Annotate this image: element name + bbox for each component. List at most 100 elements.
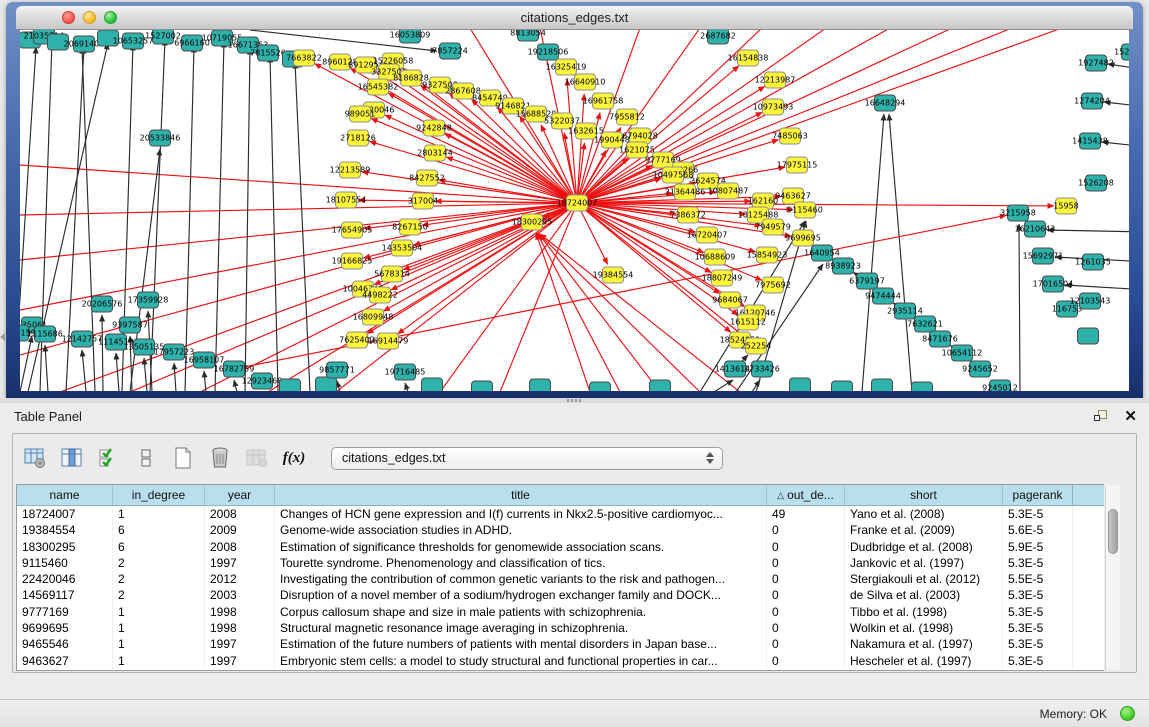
node-label: 1274204 [1074, 97, 1110, 106]
cell-out_degree: 0 [767, 522, 845, 538]
function-builder-icon[interactable]: f(x) [280, 444, 308, 472]
table-settings-icon[interactable] [21, 444, 49, 472]
create-column-icon[interactable] [169, 444, 197, 472]
cell-name: 14569117 [17, 587, 113, 603]
network-node[interactable]: 317004 [408, 193, 439, 209]
cell-short: Jankovic et al. (1997) [845, 555, 1003, 571]
node-label: 252254 [741, 342, 772, 351]
network-canvas[interactable]: 2103571420691406106532571527002696616010… [20, 30, 1129, 391]
table-row[interactable]: 1938455462009Genome-wide association stu… [17, 522, 1104, 538]
network-node[interactable] [316, 377, 337, 391]
node-label: 12213589 [330, 166, 371, 175]
cell-name: 19384554 [17, 522, 113, 538]
network-node[interactable] [912, 382, 933, 391]
node-label: 15958 [1053, 202, 1078, 211]
vertical-scrollbar[interactable] [1105, 485, 1120, 670]
close-panel-icon[interactable]: ✕ [1124, 407, 1137, 425]
cell-name: 9777169 [17, 604, 113, 620]
network-node[interactable]: 989051 [345, 106, 376, 122]
table-row[interactable]: 946362711997Embryonic stem cells: a mode… [17, 653, 1104, 669]
table-row[interactable]: 2242004622012Investigating the contribut… [17, 571, 1104, 587]
cell-name: 9463627 [17, 653, 113, 669]
node-label: 20533846 [140, 134, 181, 143]
cell-pagerank: 5.3E-5 [1003, 506, 1073, 522]
table-row[interactable]: 1872400712008Changes of HCN gene express… [17, 506, 1104, 522]
table-row[interactable]: 911546021997Tourette syndrome. Phenomeno… [17, 555, 1104, 571]
node-label: 8938923 [825, 262, 861, 271]
column-header-pagerank[interactable]: pagerank [1003, 485, 1073, 505]
float-panel-icon[interactable] [1094, 410, 1109, 424]
network-node[interactable] [422, 378, 443, 391]
cell-title: Structural magnetic resonance image aver… [275, 620, 767, 636]
network-node[interactable] [832, 381, 853, 391]
node-label: 19218506 [528, 48, 569, 57]
table-row[interactable]: 946554611997Estimation of the future num… [17, 636, 1104, 652]
window-title: citations_edges.txt [16, 10, 1133, 25]
network-window-titlebar[interactable]: citations_edges.txt [16, 6, 1133, 30]
cell-short: de Silva et al. (2003) [845, 587, 1003, 603]
network-node[interactable] [472, 381, 493, 391]
cell-out_degree: 0 [767, 587, 845, 603]
network-node[interactable] [650, 380, 671, 391]
table-row[interactable]: 1456911722003Disruption of a novel membe… [17, 587, 1104, 603]
network-window: citations_edges.txt 21035714206914061065… [6, 2, 1143, 398]
show-columns-icon[interactable] [58, 444, 86, 472]
node-label: 7975692 [755, 281, 791, 290]
node-label: 6794028 [622, 132, 658, 141]
memory-ok-indicator[interactable] [1120, 706, 1135, 721]
node-label: 1615112 [730, 318, 766, 327]
column-header-in_degree[interactable]: in_degree [113, 485, 205, 505]
table-row[interactable]: 1830029562008Estimation of significance … [17, 539, 1104, 555]
table-row[interactable]: 969969511998Structural magnetic resonanc… [17, 620, 1104, 636]
network-node[interactable] [1078, 328, 1099, 344]
select-visible-columns-icon[interactable] [95, 444, 123, 472]
delete-column-icon[interactable] [206, 444, 234, 472]
table-row[interactable]: 977716911998Corpus callosum shape and si… [17, 604, 1104, 620]
node-label: 1640954 [804, 249, 840, 258]
column-header-out_degree[interactable]: △out_de... [767, 485, 845, 505]
network-node[interactable] [790, 378, 811, 391]
node-label: 12213987 [755, 76, 796, 85]
cell-short: Franke et al. (2009) [845, 522, 1003, 538]
node-label: 2687682 [700, 32, 736, 41]
column-header-name[interactable]: name [17, 485, 113, 505]
node-label: 16782759 [214, 365, 255, 374]
node-label: 10654112 [942, 349, 983, 358]
node-label: 7663822 [286, 54, 322, 63]
cell-out_degree: 0 [767, 571, 845, 587]
cell-in_degree: 1 [113, 604, 205, 620]
node-label: 10688609 [695, 253, 736, 262]
network-node[interactable] [280, 379, 301, 391]
scrollbar-thumb[interactable] [1108, 509, 1118, 554]
node-label: 2935114 [887, 307, 923, 316]
cell-name: 18300295 [17, 539, 113, 555]
column-header-year[interactable]: year [205, 485, 275, 505]
table-selector-dropdown[interactable]: citations_edges.txt [331, 447, 723, 470]
cell-title: Changes of HCN gene expression and I(f) … [275, 506, 767, 522]
node-label: 2803144 [417, 149, 453, 158]
cell-year: 1997 [205, 653, 275, 669]
network-node[interactable]: 15958 [1053, 198, 1078, 214]
network-node[interactable] [590, 382, 611, 391]
panel-collapse-arrow-icon[interactable] [0, 333, 5, 341]
row-height-icon[interactable] [132, 444, 160, 472]
network-node[interactable] [530, 379, 551, 391]
cell-in_degree: 6 [113, 522, 205, 538]
node-label: 1115686 [27, 330, 63, 339]
cell-name: 18724007 [17, 506, 113, 522]
cell-year: 2012 [205, 571, 275, 587]
network-node[interactable]: 252254 [741, 338, 772, 354]
node-label: 9684067 [712, 296, 748, 305]
cell-pagerank: 5.3E-5 [1003, 653, 1073, 669]
column-header-short[interactable]: short [845, 485, 1003, 505]
cell-pagerank: 5.3E-5 [1003, 636, 1073, 652]
cell-title: Estimation of the future numbers of pati… [275, 636, 767, 652]
network-node[interactable] [872, 379, 893, 391]
attribute-table: namein_degreeyeartitle△out_de...shortpag… [16, 484, 1104, 671]
node-label: 7485063 [772, 132, 808, 141]
node-label: 9857771 [319, 366, 355, 375]
column-header-title[interactable]: title [275, 485, 767, 505]
node-label: 16648294 [865, 99, 906, 108]
delete-table-icon[interactable] [243, 444, 271, 472]
node-label: 9245012 [982, 384, 1018, 392]
